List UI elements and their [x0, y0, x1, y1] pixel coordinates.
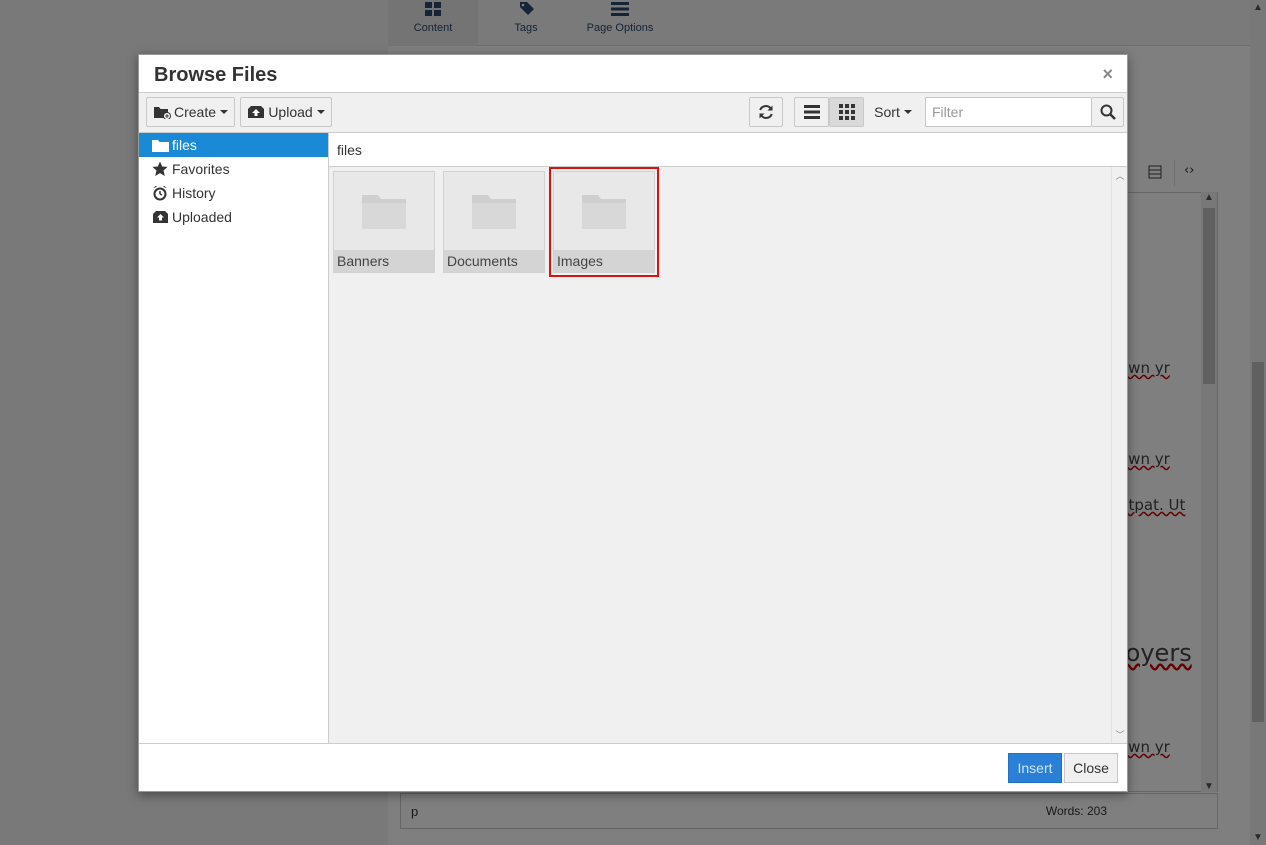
chevron-down-icon	[220, 110, 229, 114]
grid-view-button[interactable]	[829, 97, 864, 127]
create-button[interactable]: Create	[146, 97, 235, 127]
sort-button[interactable]: Sort	[867, 97, 919, 127]
search-button[interactable]	[1091, 97, 1124, 127]
folder-icon	[334, 172, 434, 250]
sort-button-label: Sort	[874, 104, 900, 120]
chevron-down-icon	[903, 110, 912, 114]
folder-name: Images	[554, 250, 654, 272]
list-icon	[803, 105, 820, 119]
filter-input[interactable]	[925, 97, 1091, 127]
upload-button[interactable]: Upload	[240, 97, 332, 127]
star-icon	[152, 161, 170, 177]
folder-tile-images[interactable]: Images	[549, 167, 659, 277]
tree-item-label: Uploaded	[172, 209, 232, 225]
folder-icon	[444, 172, 544, 250]
insert-button[interactable]: Insert	[1008, 753, 1062, 783]
refresh-button[interactable]	[749, 97, 783, 127]
browse-files-dialog: Browse Files × Create Upload Sort Filter…	[138, 54, 1128, 792]
folder-icon	[152, 137, 170, 153]
folder-tree: files Favorites History Uploaded	[139, 133, 329, 743]
folder-tile-documents[interactable]: Documents	[443, 171, 545, 273]
close-button[interactable]: Close	[1064, 753, 1118, 783]
close-icon[interactable]: ×	[1102, 64, 1113, 85]
breadcrumb-item[interactable]: files	[337, 142, 362, 158]
tree-item-favorites[interactable]: Favorites	[139, 157, 328, 181]
dialog-title: Browse Files	[154, 64, 278, 86]
file-manager-toolbar: Create Upload Sort	[139, 93, 1127, 133]
upload-icon	[248, 106, 265, 118]
tree-item-history[interactable]: History	[139, 181, 328, 205]
create-button-label: Create	[173, 104, 217, 120]
file-grid: Banners Documents Images	[329, 167, 1111, 743]
upload-button-label: Upload	[268, 104, 313, 120]
tree-item-label: Favorites	[172, 161, 230, 177]
tree-item-uploaded[interactable]: Uploaded	[139, 205, 328, 229]
refresh-icon	[759, 105, 773, 119]
list-view-button[interactable]	[794, 97, 829, 127]
upload-icon	[152, 209, 170, 225]
grid-icon	[838, 104, 855, 120]
scroll-up-arrow[interactable]: ︿	[1112, 169, 1128, 182]
chevron-down-icon	[316, 110, 325, 114]
tree-item-files[interactable]: files	[139, 133, 328, 157]
dialog-footer: Insert Close	[139, 743, 1127, 791]
dialog-header: Browse Files ×	[139, 55, 1127, 93]
folder-name: Banners	[334, 250, 434, 272]
breadcrumb: files	[329, 133, 1127, 167]
search-icon	[1100, 104, 1116, 120]
scroll-down-arrow[interactable]: ﹀	[1112, 728, 1128, 741]
folder-tile-banners[interactable]: Banners	[333, 171, 435, 273]
folder-icon	[554, 172, 654, 250]
folder-name: Documents	[444, 250, 544, 272]
tree-item-label: files	[172, 137, 197, 153]
alarm-clock-icon	[152, 185, 170, 201]
tree-item-label: History	[172, 185, 216, 201]
file-grid-scrollbar[interactable]: ︿ ﹀	[1111, 167, 1127, 743]
folder-plus-icon	[153, 107, 171, 119]
